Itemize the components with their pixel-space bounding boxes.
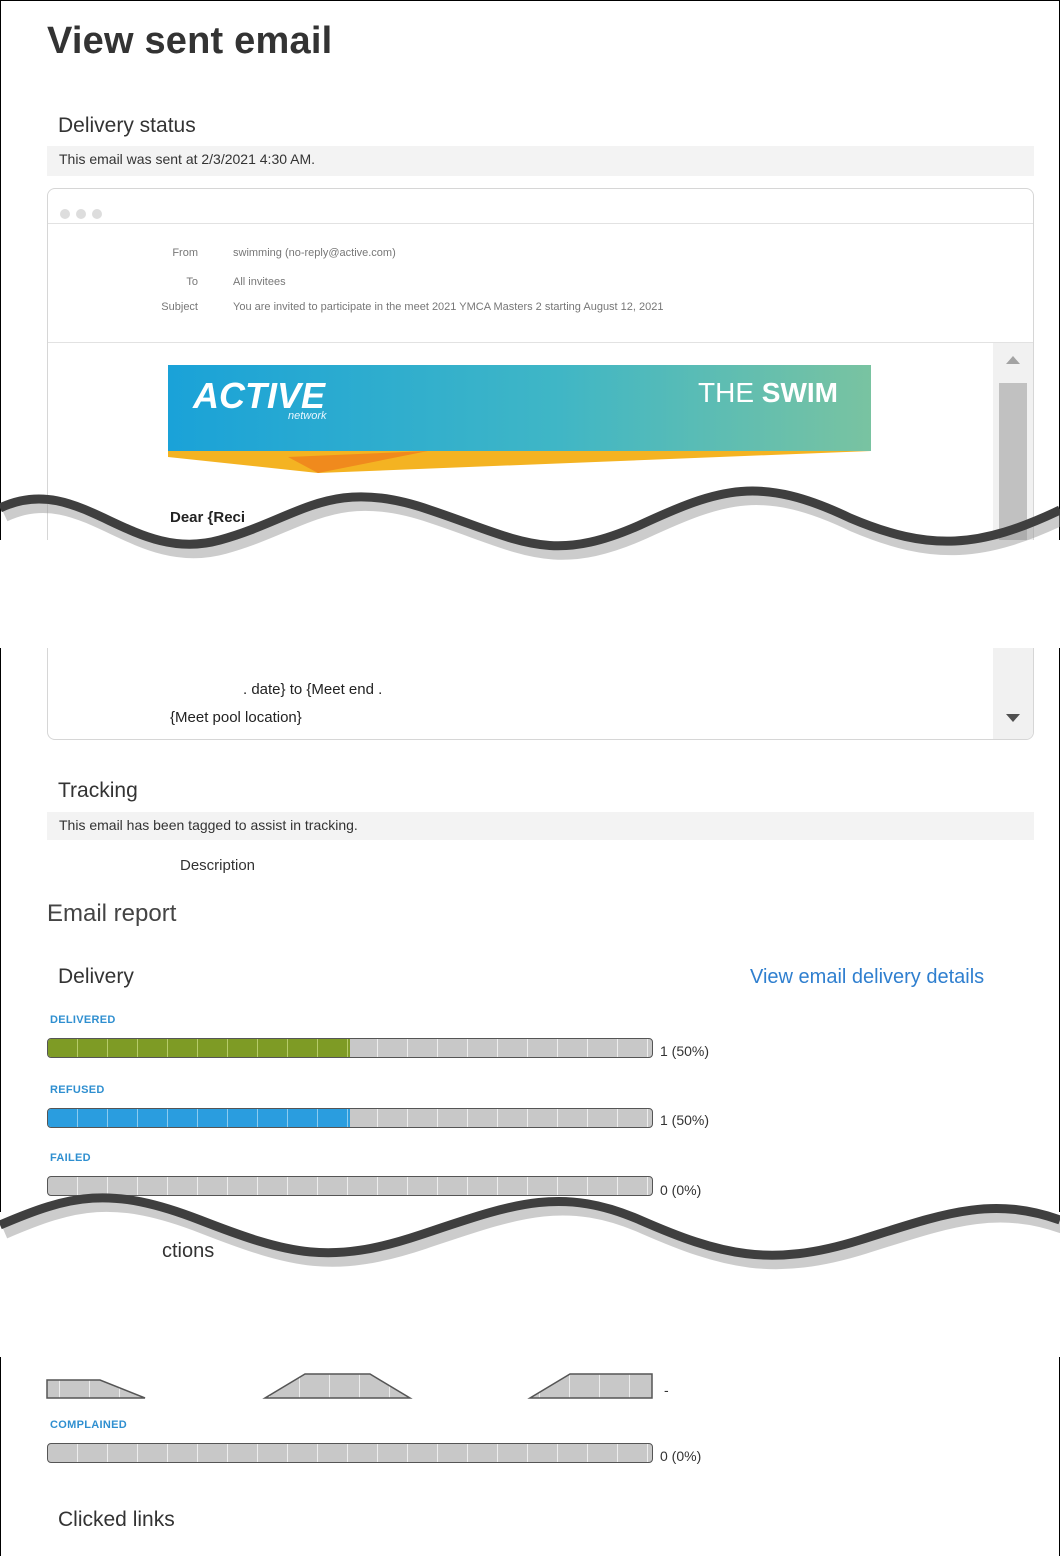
email-banner: ACTIVE network THE SWIM [168, 365, 871, 473]
torn-edge-1 [0, 486, 1060, 560]
banner-title-b: SWIM [761, 377, 838, 408]
refused-count: 1 (50%) [660, 1112, 710, 1128]
refused-bar [47, 1108, 653, 1128]
email-report-heading: Email report [47, 900, 177, 927]
email-dates-line: . date} to {Meet end . [243, 681, 383, 698]
delivered-bar-fill [48, 1039, 350, 1057]
partial-count: - [664, 1382, 669, 1398]
banner-logo-sub: network [288, 410, 327, 422]
subject-label: Subject [161, 301, 198, 313]
delivered-label: DELIVERED [50, 1014, 116, 1026]
from-label: From [172, 247, 198, 259]
tracking-message: This email has been tagged to assist in … [47, 812, 1034, 840]
subject-value: You are invited to participate in the me… [233, 301, 664, 313]
complained-bar [47, 1443, 653, 1463]
to-value: All invitees [233, 276, 286, 288]
email-location-line: {Meet pool location} [170, 709, 302, 726]
delivery-status-message: This email was sent at 2/3/2021 4:30 AM. [47, 146, 1034, 176]
tracking-heading: Tracking [58, 779, 138, 802]
partial-bar-fragments [46, 1373, 653, 1399]
delivery-heading: Delivery [58, 965, 134, 988]
to-label: To [186, 276, 198, 288]
tracking-description-label: Description [180, 857, 256, 874]
refused-bar-fill [48, 1109, 350, 1127]
delivery-status-heading: Delivery status [58, 114, 196, 137]
page-title: View sent email [47, 20, 333, 62]
refused-label: REFUSED [50, 1084, 105, 1096]
email-preview: From swimming (no-reply@active.com) To A… [47, 188, 1034, 740]
failed-label: FAILED [50, 1152, 91, 1164]
clicked-links-heading: Clicked links [58, 1508, 175, 1531]
scroll-up-icon[interactable] [1006, 356, 1020, 364]
delivered-bar [47, 1038, 653, 1058]
delivered-count: 1 (50%) [660, 1043, 710, 1059]
complained-count: 0 (0%) [660, 1448, 702, 1464]
complained-label: COMPLAINED [50, 1419, 127, 1431]
window-dots [60, 206, 108, 224]
from-value: swimming (no-reply@active.com) [233, 247, 396, 259]
torn-edge-2 [0, 1193, 1060, 1270]
banner-title-a: THE [698, 377, 762, 408]
view-delivery-details-link[interactable]: View email delivery details [750, 966, 984, 989]
scroll-down-icon[interactable] [1006, 714, 1020, 722]
